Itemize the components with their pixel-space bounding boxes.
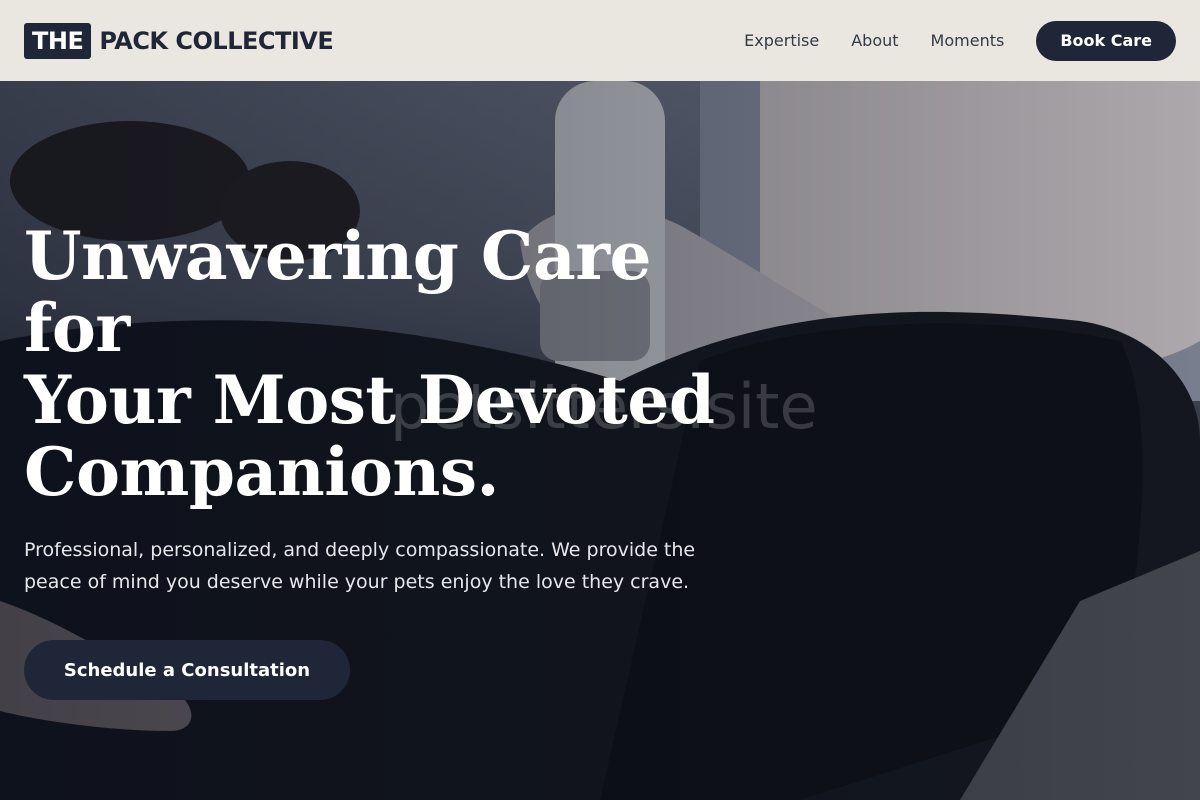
- logo-text: PACK COLLECTIVE: [99, 26, 334, 55]
- book-care-button[interactable]: Book Care: [1036, 20, 1176, 61]
- main-nav: Expertise About Moments Book Care: [744, 20, 1176, 61]
- schedule-consultation-button[interactable]: Schedule a Consultation: [24, 640, 350, 700]
- hero-title: Unwavering Care for Your Most Devoted Co…: [24, 220, 724, 508]
- logo[interactable]: THE PACK COLLECTIVE: [24, 22, 334, 59]
- site-header: THE PACK COLLECTIVE Expertise About Mome…: [0, 0, 1200, 81]
- logo-mark: THE: [24, 22, 92, 59]
- hero-title-line: Your Most Devoted: [24, 361, 715, 439]
- nav-link-expertise[interactable]: Expertise: [744, 31, 819, 50]
- hero-title-line: Companions.: [24, 433, 500, 511]
- nav-link-moments[interactable]: Moments: [931, 31, 1005, 50]
- hero-subtitle: Professional, personalized, and deeply c…: [24, 539, 696, 593]
- nav-link-about[interactable]: About: [851, 31, 898, 50]
- hero-content: Unwavering Care for Your Most Devoted Co…: [24, 220, 724, 700]
- hero-title-line: Unwavering Care for: [24, 217, 651, 367]
